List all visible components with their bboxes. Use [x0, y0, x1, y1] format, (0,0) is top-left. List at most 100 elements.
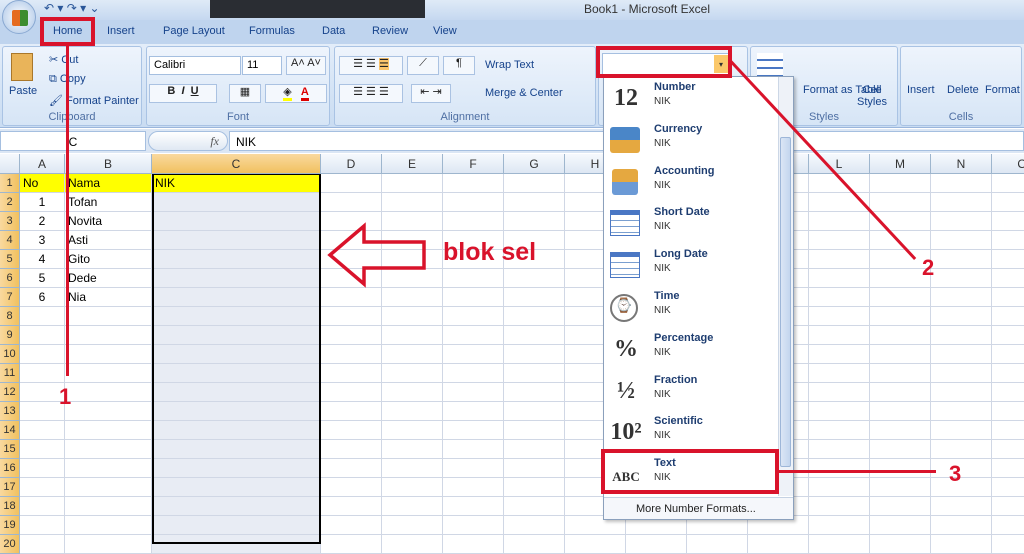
cell[interactable] [20, 459, 65, 478]
cell[interactable] [992, 250, 1024, 269]
format-painter-button[interactable]: 🖌 Format Painter [49, 94, 139, 107]
row-header[interactable]: 9 [0, 326, 20, 345]
cell[interactable] [443, 364, 504, 383]
row-header[interactable]: 12 [0, 383, 20, 402]
column-header[interactable]: O [992, 154, 1024, 174]
cell[interactable] [20, 535, 65, 554]
indent-buttons[interactable]: ⇤ ⇥ [411, 84, 451, 103]
cell[interactable] [443, 535, 504, 554]
cell[interactable] [382, 383, 443, 402]
format-option-fraction[interactable]: ½ Fraction NIK [604, 372, 778, 414]
cell[interactable] [443, 307, 504, 326]
cell[interactable] [382, 421, 443, 440]
cell[interactable] [992, 440, 1024, 459]
cell[interactable] [443, 421, 504, 440]
cell[interactable] [931, 516, 992, 535]
cell[interactable] [992, 307, 1024, 326]
cell[interactable] [65, 364, 152, 383]
column-header[interactable]: B [65, 154, 152, 174]
cell[interactable] [321, 174, 382, 193]
cell[interactable]: 4 [20, 250, 65, 269]
cell[interactable] [504, 383, 565, 402]
cell[interactable] [992, 497, 1024, 516]
cell[interactable] [443, 440, 504, 459]
cell[interactable] [321, 307, 382, 326]
cell[interactable] [504, 193, 565, 212]
cell[interactable] [809, 516, 870, 535]
cell[interactable] [20, 516, 65, 535]
cell[interactable] [870, 345, 931, 364]
cell-styles-button[interactable]: Cell Styles [854, 84, 890, 108]
row-header[interactable]: 2 [0, 193, 20, 212]
cell[interactable] [931, 478, 992, 497]
format-button[interactable]: Format [985, 84, 1020, 96]
row-header[interactable]: 18 [0, 497, 20, 516]
cell[interactable] [992, 326, 1024, 345]
cell[interactable] [443, 345, 504, 364]
cell[interactable] [504, 269, 565, 288]
cell[interactable] [382, 497, 443, 516]
cell[interactable] [20, 478, 65, 497]
cell[interactable] [321, 516, 382, 535]
cell[interactable] [321, 421, 382, 440]
cell[interactable] [809, 326, 870, 345]
cell[interactable] [870, 478, 931, 497]
cell[interactable] [809, 307, 870, 326]
cell[interactable] [809, 269, 870, 288]
cell[interactable] [809, 288, 870, 307]
cell[interactable] [870, 174, 931, 193]
cell[interactable] [931, 345, 992, 364]
column-header[interactable]: A [20, 154, 65, 174]
cell[interactable] [321, 288, 382, 307]
cell[interactable] [20, 440, 65, 459]
cell[interactable]: 2 [20, 212, 65, 231]
format-option-time[interactable]: ⌚ Time NIK [604, 288, 778, 330]
cell[interactable] [382, 307, 443, 326]
cell[interactable] [748, 535, 809, 554]
format-option-accounting[interactable]: Accounting NIK [604, 163, 778, 205]
cell[interactable] [870, 459, 931, 478]
row-header[interactable]: 10 [0, 345, 20, 364]
cell[interactable] [992, 288, 1024, 307]
cell[interactable] [809, 421, 870, 440]
cell[interactable] [809, 535, 870, 554]
row-header[interactable]: 5 [0, 250, 20, 269]
cell[interactable] [504, 440, 565, 459]
cell[interactable] [504, 326, 565, 345]
cell[interactable] [931, 326, 992, 345]
column-header[interactable]: F [443, 154, 504, 174]
cell[interactable] [382, 516, 443, 535]
cell[interactable] [931, 288, 992, 307]
cell[interactable] [992, 402, 1024, 421]
cell[interactable]: Novita [65, 212, 152, 231]
merge-center-button[interactable]: Merge & Center [485, 87, 563, 99]
column-header[interactable]: C [152, 154, 321, 174]
cell[interactable] [321, 345, 382, 364]
cell[interactable] [931, 402, 992, 421]
cell[interactable]: 1 [20, 193, 65, 212]
cell[interactable] [992, 478, 1024, 497]
cell[interactable] [321, 364, 382, 383]
cell[interactable] [504, 478, 565, 497]
cell[interactable] [870, 421, 931, 440]
select-all-corner[interactable] [0, 154, 20, 174]
row-header[interactable]: 15 [0, 440, 20, 459]
cell[interactable] [65, 402, 152, 421]
wrap-text-button[interactable]: Wrap Text [485, 59, 534, 71]
cell[interactable] [443, 212, 504, 231]
office-button[interactable] [2, 0, 36, 34]
cell[interactable] [20, 345, 65, 364]
cell[interactable] [20, 326, 65, 345]
grow-shrink-font-buttons[interactable]: A˄ A˅ [286, 56, 326, 75]
more-number-formats[interactable]: More Number Formats... [604, 497, 793, 519]
name-box[interactable]: C [0, 131, 146, 151]
cell[interactable] [65, 307, 152, 326]
cell[interactable] [870, 516, 931, 535]
cell[interactable] [931, 193, 992, 212]
cell[interactable] [931, 535, 992, 554]
cell[interactable] [809, 250, 870, 269]
cell[interactable] [809, 402, 870, 421]
cell[interactable] [992, 516, 1024, 535]
column-header[interactable]: M [870, 154, 931, 174]
tab-formulas[interactable]: Formulas [249, 25, 295, 37]
